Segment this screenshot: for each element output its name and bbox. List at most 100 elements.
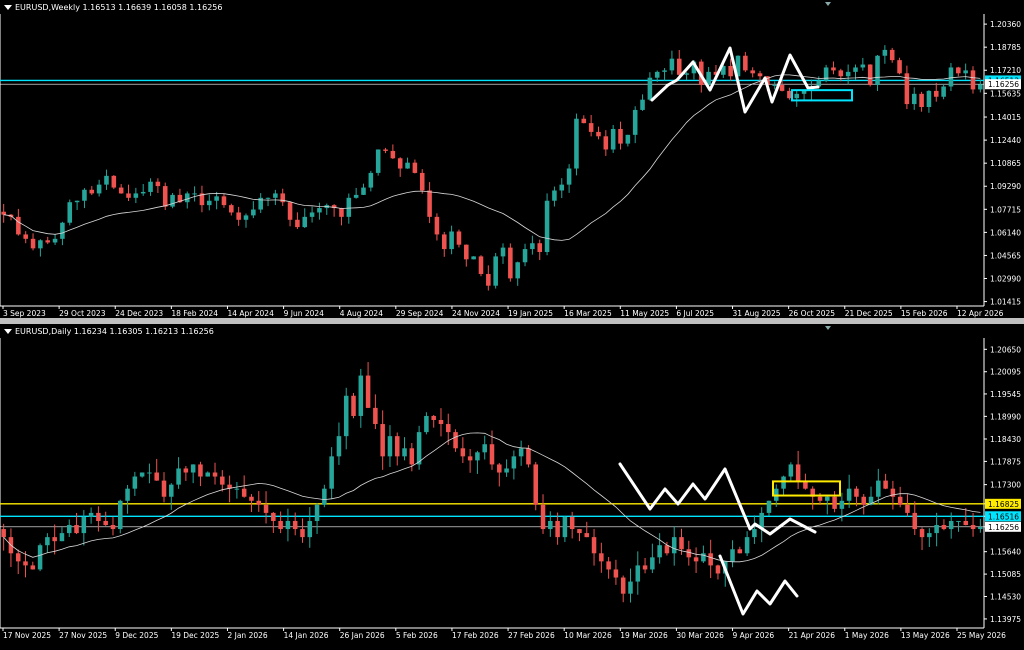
daily-candle-body bbox=[358, 375, 364, 416]
weekly-candle-body bbox=[515, 262, 520, 279]
daily-candle-body bbox=[351, 395, 356, 416]
weekly-candle-body bbox=[265, 197, 271, 199]
daily-candle-body bbox=[504, 468, 509, 473]
daily-candle-body bbox=[897, 496, 903, 505]
daily-candle-body bbox=[584, 533, 590, 538]
daily-candle-body bbox=[963, 520, 969, 526]
weekly-candle-body bbox=[89, 189, 95, 194]
weekly-candle-body bbox=[794, 93, 800, 99]
weekly-candle-body bbox=[860, 64, 866, 68]
daily-candle-body bbox=[475, 452, 480, 461]
daily-candle-body bbox=[927, 533, 932, 538]
daily-candle-body bbox=[380, 424, 385, 457]
weekly-scroll-marker bbox=[825, 2, 831, 6]
weekly-candle-body bbox=[875, 55, 880, 86]
weekly-candle-body bbox=[339, 208, 344, 217]
weekly-candle-body bbox=[397, 158, 403, 169]
daily-x-tick-label: 30 Mar 2026 bbox=[676, 631, 724, 640]
daily-candle-body bbox=[555, 520, 560, 538]
daily-x-tick-label: 10 Mar 2026 bbox=[564, 631, 612, 640]
weekly-candle-body bbox=[148, 181, 153, 192]
weekly-candle-body bbox=[948, 67, 954, 87]
daily-candle-body bbox=[737, 549, 743, 554]
daily-candle-body bbox=[548, 520, 553, 530]
weekly-candle-body bbox=[126, 193, 131, 198]
daily-candle-body bbox=[220, 476, 225, 485]
weekly-candle-body bbox=[933, 90, 939, 97]
weekly-candle-body bbox=[434, 216, 440, 235]
daily-candle-body bbox=[307, 520, 313, 538]
daily-candle-body bbox=[263, 504, 269, 513]
daily-candle-body bbox=[482, 444, 487, 453]
daily-chart-pane[interactable]: EURUSD,Daily 1.16234 1.16305 1.16213 1.1… bbox=[0, 324, 1024, 650]
daily-candle-body bbox=[30, 565, 36, 570]
weekly-candle-body bbox=[779, 85, 785, 91]
daily-y-tick-label: 1.17875 bbox=[990, 457, 1021, 466]
weekly-candle-body bbox=[603, 136, 609, 150]
weekly-y-tick-label: 1.20360 bbox=[990, 20, 1021, 29]
daily-candle-body bbox=[788, 464, 794, 477]
weekly-candle-body bbox=[1, 211, 6, 215]
weekly-x-tick-label: 9 Jun 2024 bbox=[284, 309, 325, 318]
daily-candle-body bbox=[198, 464, 203, 477]
daily-candle-body bbox=[23, 561, 28, 566]
daily-annotation-zigzag bbox=[618, 462, 817, 536]
weekly-candle-body bbox=[537, 243, 543, 253]
weekly-candle-body bbox=[544, 200, 550, 253]
weekly-x-tick-label: 11 May 2025 bbox=[620, 309, 669, 318]
daily-candle-body bbox=[970, 525, 976, 530]
daily-x-tick-label: 2 Jan 2026 bbox=[227, 631, 267, 640]
weekly-candle-body bbox=[757, 73, 763, 77]
daily-candle-body bbox=[569, 516, 575, 530]
daily-candle-body bbox=[876, 480, 881, 497]
daily-candle-body bbox=[409, 448, 415, 465]
daily-annotation-zigzag bbox=[718, 554, 799, 616]
daily-candle-body bbox=[402, 448, 407, 457]
weekly-candle-body bbox=[60, 222, 65, 239]
weekly-candle-body bbox=[728, 65, 733, 77]
weekly-candle-body bbox=[596, 131, 601, 137]
daily-candle-body bbox=[577, 529, 582, 534]
weekly-x-tick-label: 16 Mar 2025 bbox=[564, 309, 612, 318]
daily-candle-body bbox=[795, 464, 801, 481]
daily-y-tick-label: 1.15085 bbox=[990, 570, 1021, 579]
weekly-candle-body bbox=[618, 128, 623, 144]
daily-candle-body bbox=[599, 553, 604, 562]
weekly-candle-body bbox=[192, 193, 197, 195]
weekly-chart-pane[interactable]: EURUSD,Weekly 1.16513 1.16639 1.16058 1.… bbox=[0, 0, 1024, 318]
daily-candle-body bbox=[781, 476, 786, 489]
daily-price-label: 1.16825 bbox=[988, 500, 1019, 509]
weekly-candle-body bbox=[74, 200, 80, 203]
weekly-x-tick-label: 18 Feb 2024 bbox=[171, 309, 218, 318]
daily-candle-body bbox=[934, 525, 939, 534]
daily-candle-body bbox=[533, 464, 538, 505]
weekly-candle-body bbox=[207, 200, 212, 206]
daily-candle-body bbox=[329, 456, 334, 489]
weekly-candle-body bbox=[184, 193, 190, 203]
daily-candle-body bbox=[66, 525, 72, 534]
daily-candle-body bbox=[118, 500, 123, 530]
weekly-candle-body bbox=[155, 181, 161, 187]
daily-y-tick-label: 1.20650 bbox=[990, 345, 1021, 354]
weekly-y-tick-label: 1.12440 bbox=[990, 136, 1021, 145]
weekly-candle-body bbox=[676, 58, 682, 75]
daily-candle-body bbox=[431, 415, 436, 420]
daily-x-tick-label: 13 May 2026 bbox=[901, 631, 950, 640]
daily-candle-body bbox=[147, 472, 152, 474]
daily-scroll-marker bbox=[825, 326, 831, 330]
daily-candle-body bbox=[941, 525, 947, 530]
daily-y-tick-label: 1.15640 bbox=[990, 548, 1021, 557]
weekly-candle-body bbox=[493, 256, 498, 286]
daily-candle-body bbox=[45, 537, 50, 546]
weekly-x-tick-label: 24 Dec 2023 bbox=[115, 309, 163, 318]
daily-candle-body bbox=[460, 448, 466, 457]
weekly-x-tick-label: 19 Jan 2025 bbox=[508, 309, 553, 318]
weekly-candle-body bbox=[978, 84, 983, 90]
daily-candle-body bbox=[416, 432, 422, 465]
daily-candle-body bbox=[300, 529, 305, 538]
daily-candle-body bbox=[613, 569, 619, 578]
weekly-candle-body bbox=[581, 118, 587, 124]
daily-x-tick-label: 19 Mar 2026 bbox=[620, 631, 668, 640]
daily-candle-body bbox=[854, 488, 859, 497]
daily-x-tick-label: 5 Feb 2026 bbox=[396, 631, 438, 640]
